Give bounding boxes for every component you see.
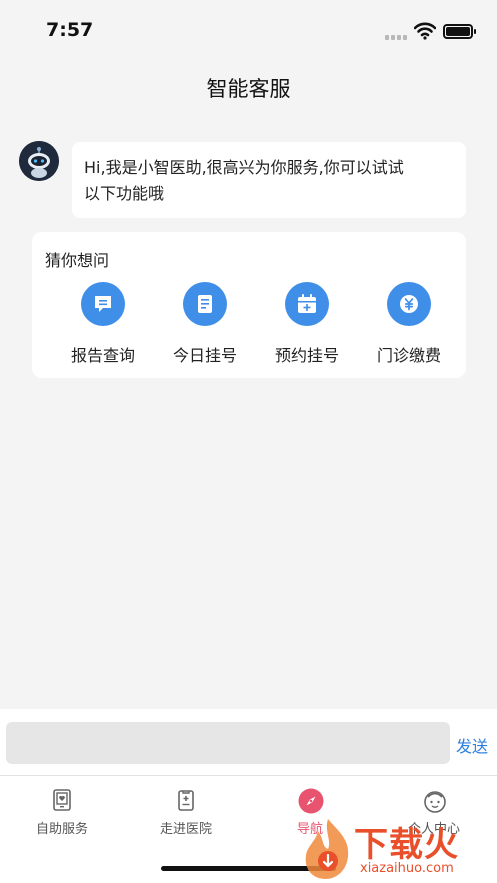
status-time: 7:57: [46, 19, 94, 41]
robot-avatar-icon: [19, 141, 59, 181]
message-composer: 发送: [0, 709, 497, 775]
outpatient-payment-button[interactable]: 门诊缴费: [358, 282, 460, 368]
watermark-brand: 下载火: [354, 825, 459, 865]
send-button[interactable]: 发送: [456, 733, 488, 757]
tablet-icon: [50, 788, 74, 812]
status-bar: 7:57: [0, 0, 497, 60]
face-icon: [422, 788, 446, 813]
battery-icon: [443, 24, 476, 39]
appointment-button[interactable]: 预约挂号: [256, 282, 358, 368]
quick-action-label: 门诊缴费: [376, 346, 441, 365]
yuan-icon: [387, 282, 431, 326]
tab-hospital-info[interactable]: 走进医院: [124, 786, 248, 842]
signal-icon: [385, 34, 409, 40]
page-title: 智能客服: [206, 77, 291, 101]
suggestions-card: 猜你想问 报告查询 今日挂号 预约挂号 门诊缴费: [32, 232, 466, 378]
tab-label: 自助服务: [35, 822, 88, 837]
tab-self-service[interactable]: 自助服务: [0, 786, 124, 842]
calendar-plus-icon: [285, 282, 329, 326]
message-input[interactable]: [6, 722, 450, 764]
wifi-icon: [413, 22, 437, 40]
compass-icon: [298, 788, 324, 814]
bot-message-line: Hi,我是小智医助,很高兴为你服务,你可以试试: [84, 158, 404, 177]
flame-logo-icon: [305, 819, 349, 879]
watermark: 下载火 xiazaihuo.com: [298, 815, 497, 883]
message-icon: [81, 282, 125, 326]
document-icon: [183, 282, 227, 326]
watermark-url: xiazaihuo.com: [360, 861, 454, 876]
quick-action-label: 报告查询: [70, 346, 135, 365]
suggestions-title: 猜你想问: [45, 251, 110, 270]
today-registration-button[interactable]: 今日挂号: [154, 282, 256, 368]
quick-action-label: 今日挂号: [172, 346, 237, 365]
report-query-button[interactable]: 报告查询: [52, 282, 154, 368]
tab-label: 走进医院: [159, 822, 212, 837]
quick-action-label: 预约挂号: [274, 346, 339, 365]
clipboard-plus-icon: [174, 788, 198, 812]
bot-message-bubble: Hi,我是小智医助,很高兴为你服务,你可以试试 以下功能哦: [72, 142, 466, 218]
bot-message-line: 以下功能哦: [84, 184, 165, 203]
